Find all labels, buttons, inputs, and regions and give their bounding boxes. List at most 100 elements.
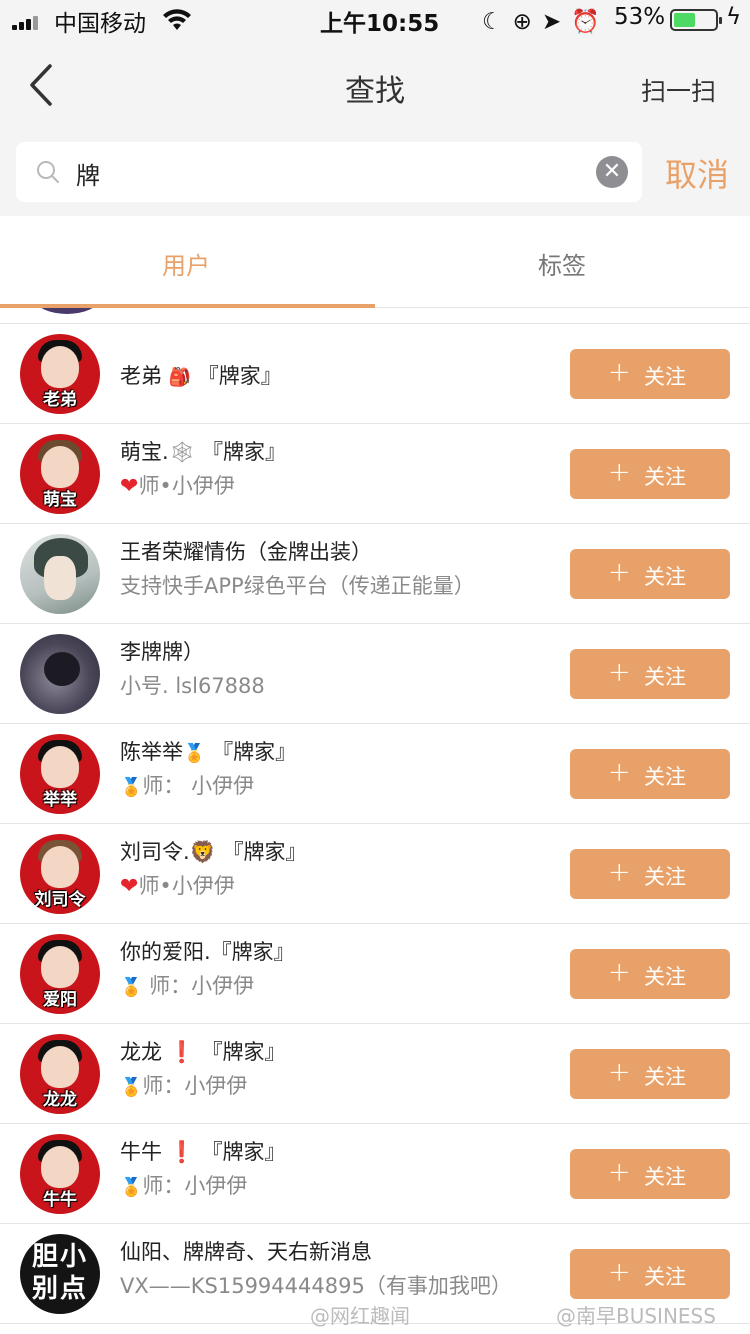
plus-icon: + — [608, 857, 631, 888]
follow-button[interactable]: + 关注 — [570, 649, 730, 699]
avatar: 牛牛 — [20, 1134, 100, 1214]
follow-button[interactable]: + 关注 — [570, 1149, 730, 1199]
heart-icon: ❤ — [120, 474, 139, 499]
user-subtitle: VX——KS15994444895（有事加我吧） — [120, 1274, 512, 1298]
user-name: 仙阳、牌牌奇、天右新消息 — [120, 1240, 372, 1264]
user-subtitle: 🏅师：小伊伊 — [120, 1074, 248, 1098]
follow-button[interactable]: + 关注 — [570, 549, 730, 599]
battery-percent: 53% — [614, 4, 666, 30]
avatar: 举举 — [20, 734, 100, 814]
user-subtitle: ❤师•小伊伊 — [120, 874, 235, 899]
search-box[interactable]: 牌 ✕ — [16, 142, 642, 202]
user-subtitle: 🏅师：小伊伊 — [120, 1174, 248, 1198]
search-row: 牌 ✕ 取消 — [0, 134, 750, 216]
avatar-label: 牛牛 — [43, 1190, 77, 1210]
tab-bar: 用户 标签 — [0, 216, 750, 308]
follow-button[interactable]: + 关注 — [570, 1049, 730, 1099]
list-item[interactable]: 萌宝 萌宝.🕸 『牌家』 ❤师•小伊伊 + 关注 — [0, 424, 750, 524]
follow-button[interactable]: + 关注 — [570, 449, 730, 499]
status-icons: ☾⊕➤⏰ — [482, 8, 610, 35]
follow-button[interactable]: + 关注 — [570, 1249, 730, 1299]
location-icon: ➤ — [541, 9, 572, 35]
tab-users[interactable]: 用户 — [162, 246, 210, 281]
clear-search-icon[interactable]: ✕ — [596, 156, 628, 188]
scan-button[interactable]: 扫一扫 — [641, 72, 716, 108]
heart-icon: ❤ — [120, 874, 139, 899]
user-subtitle: 小号. lsl67888 — [120, 674, 265, 698]
cancel-button[interactable]: 取消 — [665, 150, 729, 196]
alarm-icon: ⏰ — [571, 9, 610, 35]
avatar: 爱阳 — [20, 934, 100, 1014]
user-subtitle: 🏅师： 小伊伊 — [120, 774, 255, 798]
user-name: 李牌牌） — [120, 640, 204, 664]
plus-icon: + — [608, 357, 631, 388]
avatar-label: 爱阳 — [43, 990, 77, 1010]
follow-button[interactable]: + 关注 — [570, 949, 730, 999]
watermark: @南早BUSINESS — [556, 1304, 716, 1328]
carrier-label: 中国移动 — [54, 11, 146, 37]
watermark: @网红趣闻 — [310, 1304, 410, 1328]
user-list: 老弟 老弟 🎒 『牌家』 + 关注 萌宝 萌宝.🕸 『牌家』 ❤师•小伊伊 + 关注… — [0, 308, 750, 1334]
user-name: 龙龙 ❗ 『牌家』 — [120, 1040, 286, 1064]
search-icon — [37, 161, 59, 183]
medal-icon: 🏅 — [120, 977, 143, 998]
avatar — [20, 534, 100, 614]
plus-icon: + — [608, 1257, 631, 1288]
avatar — [36, 308, 98, 314]
medal-icon: 🏅 — [120, 1077, 143, 1098]
medal-icon: 🏅 — [183, 743, 206, 764]
user-name: 萌宝.🕸 『牌家』 — [120, 440, 287, 464]
avatar-label: 老弟 — [43, 390, 77, 410]
avatar-label: 刘司令 — [34, 890, 86, 910]
status-bar: 中国移动 上午10:55 ☾⊕➤⏰ 53% ϟ — [0, 0, 750, 40]
user-name: 陈举举🏅 『牌家』 — [120, 740, 297, 764]
moon-icon: ☾ — [482, 9, 513, 35]
battery-icon — [670, 9, 722, 31]
follow-button[interactable]: + 关注 — [570, 849, 730, 899]
tab-tags[interactable]: 标签 — [538, 246, 586, 281]
avatar-label: 龙龙 — [43, 1090, 77, 1110]
clock: 上午10:55 — [320, 11, 440, 37]
list-item[interactable]: 刘司令 刘司令.🦁 『牌家』 ❤师•小伊伊 + 关注 — [0, 824, 750, 924]
user-name: 牛牛 ❗ 『牌家』 — [120, 1140, 286, 1164]
list-item[interactable]: 李牌牌） 小号. lsl67888 + 关注 — [0, 624, 750, 724]
avatar-label: 萌宝 — [43, 490, 77, 510]
nav-bar: 查找 扫一扫 — [0, 40, 750, 134]
exclamation-icon: ❗ — [168, 1040, 195, 1064]
plus-icon: + — [608, 1157, 631, 1188]
plus-icon: + — [608, 457, 631, 488]
list-item[interactable]: 爱阳 你的爱阳.『牌家』 🏅 师：小伊伊 + 关注 — [0, 924, 750, 1024]
search-input[interactable]: 牌 — [76, 156, 100, 191]
avatar-label: 举举 — [43, 790, 77, 810]
rotation-lock-icon: ⊕ — [512, 9, 542, 35]
list-item[interactable]: 老弟 老弟 🎒 『牌家』 + 关注 — [0, 324, 750, 424]
avatar: 萌宝 — [20, 434, 100, 514]
user-subtitle: 🏅 师：小伊伊 — [120, 974, 255, 998]
spiderweb-icon: 🕸 — [168, 440, 196, 464]
plus-icon: + — [608, 957, 631, 988]
user-subtitle: 支持快手APP绿色平台（传递正能量） — [120, 574, 475, 598]
plus-icon: + — [608, 757, 631, 788]
list-item[interactable]: 牛牛 牛牛 ❗ 『牌家』 🏅师：小伊伊 + 关注 — [0, 1124, 750, 1224]
avatar: 胆小 别点 — [20, 1234, 100, 1314]
follow-button[interactable]: + 关注 — [570, 349, 730, 399]
plus-icon: + — [608, 1057, 631, 1088]
user-name: 你的爱阳.『牌家』 — [120, 940, 295, 964]
medal-icon: 🏅 — [120, 1177, 143, 1198]
user-name: 老弟 🎒 『牌家』 — [120, 364, 282, 388]
list-item[interactable]: 王者荣耀情伤（金牌出装） 支持快手APP绿色平台（传递正能量） + 关注 — [0, 524, 750, 624]
page-title: 查找 — [345, 74, 405, 109]
plus-icon: + — [608, 657, 631, 688]
list-item[interactable]: 举举 陈举举🏅 『牌家』 🏅师： 小伊伊 + 关注 — [0, 724, 750, 824]
avatar: 刘司令 — [20, 834, 100, 914]
charging-icon: ϟ — [726, 4, 742, 30]
medal-icon: 🏅 — [120, 777, 143, 798]
list-item[interactable]: 龙龙 龙龙 ❗ 『牌家』 🏅师：小伊伊 + 关注 — [0, 1024, 750, 1124]
user-name: 王者荣耀情伤（金牌出装） — [120, 540, 372, 564]
avatar: 老弟 — [20, 334, 100, 414]
follow-button[interactable]: + 关注 — [570, 749, 730, 799]
exclamation-icon: ❗ — [168, 1140, 195, 1164]
avatar: 龙龙 — [20, 1034, 100, 1114]
battery-fill — [674, 13, 695, 27]
lion-icon: 🦁 — [189, 840, 216, 864]
